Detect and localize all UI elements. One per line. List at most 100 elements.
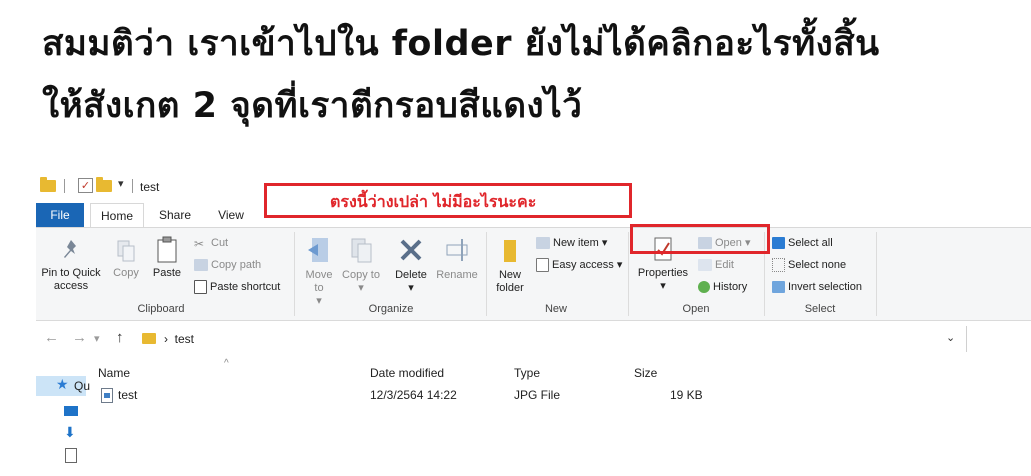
new-folder-label: New folder <box>496 269 524 294</box>
chevron-down-icon: ▾ <box>316 295 322 307</box>
chevron-down-icon: ▾ <box>408 282 414 294</box>
select-all-button[interactable]: Select all <box>772 236 833 250</box>
rename-button[interactable]: Rename <box>434 236 480 282</box>
invert-selection-label: Invert selection <box>788 281 862 293</box>
delete-button[interactable]: Delete ▾ <box>390 236 432 295</box>
image-file-icon <box>101 388 113 403</box>
new-folder-quick-icon[interactable] <box>96 177 112 192</box>
select-all-label: Select all <box>788 237 833 249</box>
edit-button[interactable]: Edit <box>698 258 734 272</box>
group-separator <box>486 232 487 316</box>
copy-path-button[interactable]: Copy path <box>194 258 261 272</box>
paste-icon <box>157 236 177 263</box>
address-bar: ← → ▾ ↑ › test ⌄ <box>36 326 1031 352</box>
invert-selection-icon <box>772 281 785 294</box>
easy-access-icon <box>536 258 549 273</box>
group-label-organize: Organize <box>368 303 414 315</box>
forward-arrow-icon[interactable]: → <box>72 329 87 346</box>
pin-icon <box>64 240 76 258</box>
copy-label: Copy <box>113 267 139 279</box>
file-type: JPG File <box>514 388 561 402</box>
cut-button[interactable]: ✂ Cut <box>194 236 229 252</box>
select-none-icon <box>772 258 785 273</box>
copy-button[interactable]: Copy <box>108 238 144 280</box>
new-item-button[interactable]: New item ▾ <box>536 236 607 250</box>
copy-to-button[interactable]: Copy to ▾ <box>342 236 380 295</box>
group-separator <box>294 232 295 316</box>
breadcrumb[interactable]: › test <box>164 332 194 346</box>
pin-to-quick-access-button[interactable]: Pin to Quick access <box>38 238 104 293</box>
move-to-label: Move to <box>305 269 333 294</box>
chevron-down-icon: ▾ <box>616 259 623 271</box>
tab-view[interactable]: View <box>208 203 254 227</box>
titlebar-separator <box>132 179 133 193</box>
up-arrow-icon[interactable]: ↑ <box>116 329 124 346</box>
history-icon <box>698 281 710 294</box>
pin-label: Pin to Quick access <box>41 267 101 292</box>
paste-shortcut-button[interactable]: Paste shortcut <box>194 280 281 295</box>
nav-item-desktop[interactable] <box>36 402 86 422</box>
back-arrow-icon[interactable]: ← <box>44 329 59 346</box>
group-separator <box>628 232 629 316</box>
heading-line-2: ให้สังเกต 2 จุดที่เราตีกรอบสีแดงไว้ <box>42 86 583 126</box>
group-label-select: Select <box>804 303 836 315</box>
scissors-icon: ✂ <box>194 237 205 252</box>
new-item-icon <box>536 237 550 250</box>
group-label-new: New <box>544 303 567 315</box>
chevron-down-icon: ▾ <box>660 280 666 292</box>
recent-dropdown-icon[interactable]: ▾ <box>94 332 100 345</box>
move-to-icon <box>308 238 328 262</box>
breadcrumb-separator: › <box>164 332 168 346</box>
nav-quick-access[interactable]: ★ Qu <box>36 376 90 396</box>
copy-to-icon <box>351 238 372 263</box>
nav-item-documents[interactable] <box>36 446 86 466</box>
paste-button[interactable]: Paste <box>148 236 186 280</box>
ribbon: Pin to Quick access Copy Paste ✂ Cut Copy… <box>36 227 1031 321</box>
history-label: History <box>713 281 748 293</box>
tab-file[interactable]: File <box>36 203 84 227</box>
file-list: ★ Qu ⬇ ^ Name Date modified Type Size te… <box>36 358 1031 476</box>
easy-access-label: Easy access <box>552 259 614 271</box>
chevron-down-icon: ▾ <box>358 282 364 294</box>
column-header-date[interactable]: Date modified <box>370 366 444 380</box>
file-date: 12/3/2564 14:22 <box>370 388 457 402</box>
paste-shortcut-label: Paste shortcut <box>210 281 281 293</box>
address-divider <box>966 326 967 352</box>
easy-access-button[interactable]: Easy access ▾ <box>536 258 623 273</box>
folder-icon <box>142 333 156 344</box>
copy-icon <box>117 240 135 262</box>
select-all-icon <box>772 237 785 250</box>
move-to-button[interactable]: Move to ▾ <box>300 236 338 308</box>
invert-selection-button[interactable]: Invert selection <box>772 280 862 294</box>
heading-line-1: สมมติว่า เราเข้าไปใน folder ยังไม่ได้คลิ… <box>42 24 880 64</box>
properties-quick-icon[interactable]: ✓ <box>78 178 93 193</box>
new-folder-icon <box>504 240 516 262</box>
properties-label: Properties <box>637 267 689 279</box>
new-item-label: New item <box>553 237 599 249</box>
group-separator <box>876 232 877 316</box>
group-label-clipboard: Clipboard <box>137 303 185 315</box>
file-name: test <box>118 388 138 402</box>
column-header-name[interactable]: Name <box>98 366 130 380</box>
edit-label: Edit <box>715 259 734 271</box>
history-button[interactable]: History <box>698 280 747 294</box>
column-header-type[interactable]: Type <box>514 366 540 380</box>
column-header-size[interactable]: Size <box>634 366 657 380</box>
tab-share[interactable]: Share <box>152 203 198 227</box>
select-none-label: Select none <box>788 259 847 271</box>
star-icon: ★ <box>56 376 69 392</box>
desktop-icon <box>64 406 78 416</box>
address-dropdown-icon[interactable]: ⌄ <box>946 331 955 344</box>
new-folder-button[interactable]: New folder <box>492 236 528 295</box>
sort-caret-icon[interactable]: ^ <box>224 358 229 369</box>
cut-label: Cut <box>211 237 229 249</box>
file-size: 19 KB <box>670 388 703 402</box>
nav-item-downloads[interactable]: ⬇ <box>36 424 86 444</box>
tab-home[interactable]: Home <box>90 203 144 229</box>
quick-access-dropdown-icon[interactable]: ▾ <box>118 177 124 190</box>
nav-quick-access-label: Qu <box>74 379 91 393</box>
copy-path-icon <box>194 259 208 272</box>
delete-label: Delete <box>395 269 427 281</box>
breadcrumb-folder: test <box>174 332 195 346</box>
select-none-button[interactable]: Select none <box>772 258 847 273</box>
